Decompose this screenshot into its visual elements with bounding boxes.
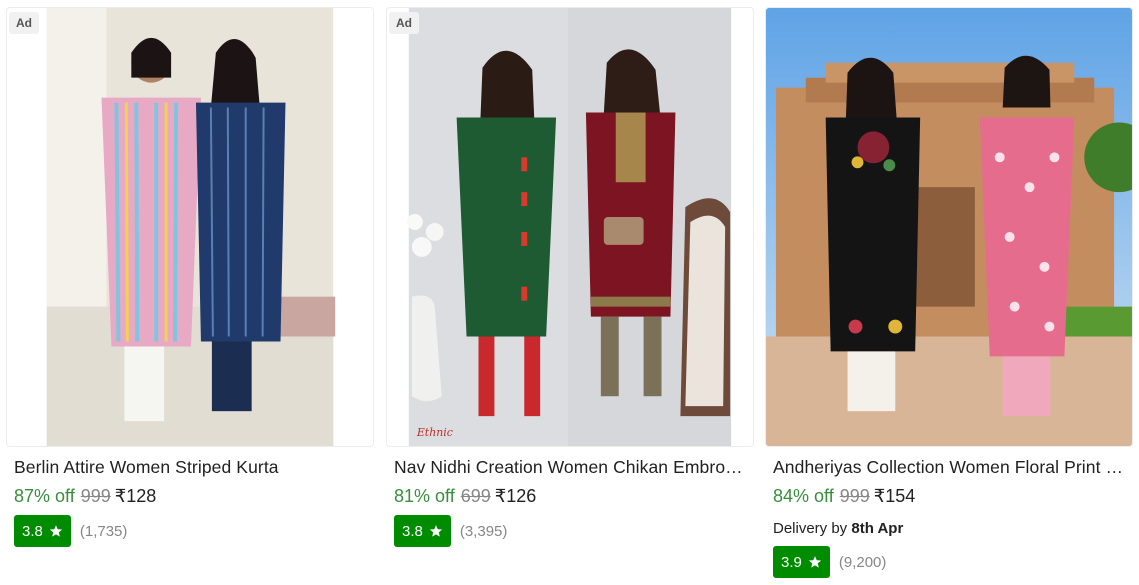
original-price: 699	[460, 486, 491, 506]
selling-price: ₹154	[873, 486, 916, 506]
product-title[interactable]: Berlin Attire Women Striped Kurta	[14, 457, 366, 478]
original-price: 999	[839, 486, 870, 506]
rating-count: (9,200)	[838, 553, 887, 571]
rating-row: 3.9 (9,200)	[773, 546, 886, 578]
brand-watermark: Ethnic	[416, 426, 453, 439]
product-image[interactable]	[765, 7, 1133, 447]
rating-row: 3.8 (1,735)	[14, 515, 127, 547]
delivery-info: Delivery by 8th Apr	[773, 520, 903, 537]
star-icon	[429, 525, 442, 537]
product-image[interactable]: Ad	[6, 7, 374, 447]
discount-label: 84% off	[773, 486, 834, 506]
star-icon	[808, 556, 821, 568]
rating-badge: 3.8	[14, 515, 71, 547]
product-card[interactable]: Ethnic Ad Nav Nidhi Creation Women Chika…	[386, 0, 754, 585]
rating-count: (3,395)	[459, 522, 508, 540]
product-card[interactable]: Ad Berlin Attire Women Striped Kurta 87%…	[6, 0, 374, 585]
star-icon	[49, 525, 62, 537]
delivery-prefix: Delivery by	[773, 520, 848, 537]
rating-badge: 3.8	[394, 515, 451, 547]
rating-badge: 3.9	[773, 546, 830, 578]
product-title[interactable]: Nav Nidhi Creation Women Chikan Embroide…	[394, 457, 746, 478]
price-row: 81% off 699 ₹126	[394, 486, 536, 507]
product-grid: Ad Berlin Attire Women Striped Kurta 87%…	[0, 0, 1139, 585]
ad-badge: Ad	[9, 12, 39, 34]
rating-value: 3.8	[402, 522, 423, 540]
ad-badge: Ad	[389, 12, 419, 34]
product-photo	[7, 8, 373, 446]
discount-label: 81% off	[394, 486, 455, 506]
rating-count: (1,735)	[79, 522, 128, 540]
selling-price: ₹126	[494, 486, 537, 506]
price-row: 84% off 999 ₹154	[773, 486, 915, 507]
rating-value: 3.8	[22, 522, 43, 540]
discount-label: 87% off	[14, 486, 75, 506]
price-row: 87% off 999 ₹128	[14, 486, 156, 507]
product-image[interactable]: Ethnic Ad	[386, 7, 754, 447]
rating-row: 3.8 (3,395)	[394, 515, 507, 547]
selling-price: ₹128	[114, 486, 157, 506]
rating-value: 3.9	[781, 553, 802, 571]
original-price: 999	[80, 486, 111, 506]
product-card[interactable]: Andheriyas Collection Women Floral Print…	[765, 0, 1133, 585]
product-photo	[766, 8, 1132, 446]
delivery-date: 8th Apr	[851, 520, 904, 537]
product-title[interactable]: Andheriyas Collection Women Floral Print…	[773, 457, 1125, 478]
product-photo: Ethnic	[387, 8, 753, 446]
